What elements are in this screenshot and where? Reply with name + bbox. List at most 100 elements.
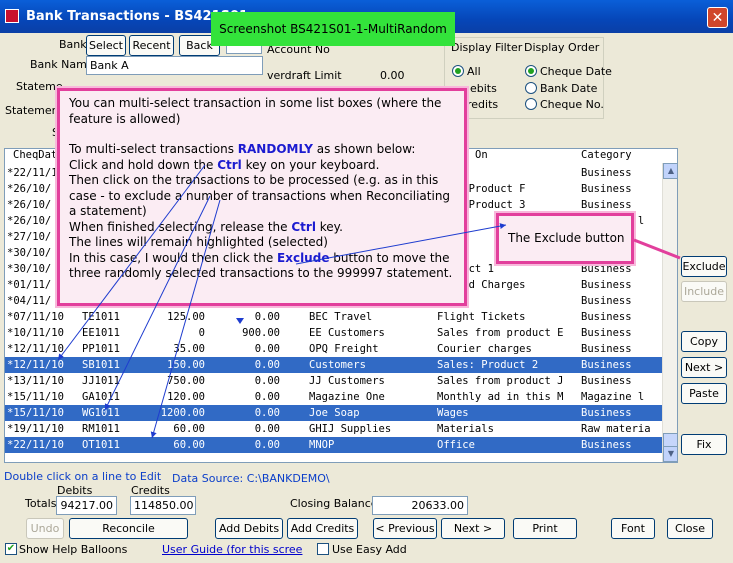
help-text-release: When finished selecting, release the Ctr… bbox=[69, 219, 343, 234]
cell-date: *10/11/10 bbox=[7, 327, 64, 339]
col-header-category: Category bbox=[581, 149, 632, 161]
totals-label: Totals bbox=[25, 497, 57, 510]
cell-date: *15/11/10 bbox=[7, 407, 64, 419]
user-guide-link[interactable]: User Guide (for this scree bbox=[162, 543, 302, 556]
cell-category: Business bbox=[581, 439, 632, 451]
bank-name-field[interactable]: Bank A bbox=[86, 56, 263, 75]
table-row[interactable]: *07/11/10 TE1011 125.00 0.00 BEC Travel Fligh… bbox=[5, 309, 662, 325]
table-row[interactable]: *12/11/10 PP1011 35.00 0.00 OPQ Freight Couri… bbox=[5, 341, 662, 357]
cell-debit: 60.00 bbox=[173, 423, 205, 435]
data-source-note: Data Source: C:\BANKDEMO\ bbox=[172, 472, 330, 485]
closing-balance-field: 20633.00 bbox=[372, 496, 468, 515]
cell-name: Customers bbox=[309, 359, 366, 371]
cell-ref: JJ1011 bbox=[82, 375, 120, 387]
cell-desc: Flight Tickets bbox=[437, 311, 526, 323]
cell-category: Business bbox=[581, 295, 632, 307]
copy-button[interactable]: Copy bbox=[681, 331, 727, 352]
next-row-button[interactable]: Next > bbox=[681, 357, 727, 378]
filter-all-radio[interactable] bbox=[452, 65, 464, 77]
cell-name: BEC Travel bbox=[309, 311, 373, 323]
scroll-up-icon[interactable]: ▲ bbox=[663, 163, 677, 179]
cell-date: *01/11/ bbox=[7, 279, 52, 291]
filter-all-label: All bbox=[467, 65, 481, 78]
cell-date: *26/10/ bbox=[7, 215, 52, 227]
cell-date: *26/10/ bbox=[7, 199, 52, 211]
exclude-callout: The Exclude button bbox=[496, 213, 634, 264]
double-click-note: Double click on a line to Edit bbox=[4, 470, 162, 483]
paste-button[interactable]: Paste bbox=[681, 383, 727, 404]
cell-desc: Sales from product J bbox=[437, 375, 564, 387]
cell-debit: 60.00 bbox=[173, 439, 205, 451]
order-bank-date-label: Bank Date bbox=[540, 82, 598, 95]
table-row[interactable]: *15/11/10 WG1011 1200.00 0.00 Joe Soap Wages B… bbox=[5, 405, 662, 421]
previous-button[interactable]: < Previous bbox=[373, 518, 437, 539]
debits-total-field: 94217.00 bbox=[56, 496, 117, 515]
cell-ref: SB1011 bbox=[82, 359, 120, 371]
order-cheque-date-radio[interactable] bbox=[525, 65, 537, 77]
statement-date-label: Statement bbox=[5, 104, 63, 117]
table-row[interactable]: *19/11/10 RM1011 60.00 0.00 GHIJ Supplies Mat… bbox=[5, 421, 662, 437]
undo-button[interactable]: Undo bbox=[26, 518, 64, 539]
close-button[interactable]: Close bbox=[667, 518, 713, 539]
help-text-click: Then click on the transactions to be pro… bbox=[69, 173, 451, 218]
exclude-button[interactable]: Exclude bbox=[681, 256, 727, 277]
display-order-title: Display Order bbox=[524, 41, 600, 54]
cell-category: Business bbox=[581, 167, 632, 179]
table-row[interactable]: *12/11/10 SB1011 150.00 0.00 Customers Sales:… bbox=[5, 357, 662, 373]
cell-desc: Sales from product E bbox=[437, 327, 564, 339]
order-cheque-no-radio[interactable] bbox=[525, 98, 537, 110]
overdraft-label: verdraft Limit bbox=[267, 69, 342, 82]
table-row[interactable]: *10/11/10 EE1011 0 900.00 EE Customers Sales … bbox=[5, 325, 662, 341]
filter-credits-label: redits bbox=[467, 98, 499, 111]
cell-category: Business bbox=[581, 327, 632, 339]
table-row[interactable]: *15/11/10 GA1011 120.00 0.00 Magazine One Mon… bbox=[5, 389, 662, 405]
recent-button[interactable]: Recent bbox=[129, 35, 174, 56]
fix-button[interactable]: Fix bbox=[681, 434, 727, 455]
cell-name: Joe Soap bbox=[309, 407, 360, 419]
cell-debit: 1200.00 bbox=[160, 407, 205, 419]
filter-debits-label: ebits bbox=[470, 82, 497, 95]
bank-name-label: Bank Name bbox=[30, 58, 94, 71]
cell-category: Business bbox=[581, 359, 632, 371]
cell-name: EE Customers bbox=[309, 327, 385, 339]
overdraft-value: 0.00 bbox=[380, 69, 405, 82]
next-button[interactable]: Next > bbox=[441, 518, 505, 539]
cell-desc: Office bbox=[437, 439, 475, 451]
cell-desc: Courier charges bbox=[437, 343, 532, 355]
table-row[interactable]: *13/11/10 JJ1011 750.00 0.00 JJ Customers Sal… bbox=[5, 373, 662, 389]
reconcile-button[interactable]: Reconcile bbox=[69, 518, 188, 539]
cell-date: *15/11/10 bbox=[7, 391, 64, 403]
close-icon[interactable]: ✕ bbox=[707, 7, 728, 28]
easy-add-checkbox[interactable] bbox=[317, 543, 329, 555]
font-button[interactable]: Font bbox=[611, 518, 655, 539]
cell-category: Business bbox=[581, 183, 632, 195]
cell-credit: 0.00 bbox=[254, 343, 280, 355]
cell-category: Magazine l bbox=[581, 391, 645, 403]
cell-desc: Monthly ad in this M bbox=[437, 391, 564, 403]
cell-name: GHIJ Supplies bbox=[309, 423, 392, 435]
screenshot-label: Screenshot BS421S01-1-MultiRandom bbox=[211, 12, 455, 46]
help-text-highlighted: The lines will remain highlighted (selec… bbox=[69, 235, 328, 249]
print-button[interactable]: Print bbox=[513, 518, 577, 539]
cell-desc: Wages bbox=[437, 407, 469, 419]
cell-name: JJ Customers bbox=[309, 375, 385, 387]
cell-date: *30/10/ bbox=[7, 247, 52, 259]
select-button[interactable]: Select bbox=[86, 35, 126, 56]
credits-total-field: 114850.00 bbox=[130, 496, 196, 515]
table-row[interactable]: *22/11/10 OT1011 60.00 0.00 MNOP Office Busine… bbox=[5, 437, 662, 453]
cell-debit: 150.00 bbox=[167, 359, 205, 371]
cell-date: *13/11/10 bbox=[7, 375, 64, 387]
add-debits-button[interactable]: Add Debits bbox=[215, 518, 283, 539]
cell-date: *12/11/10 bbox=[7, 359, 64, 371]
list-scrollbar[interactable]: ▲ ▼ bbox=[662, 163, 677, 462]
cell-date: *22/11/10 bbox=[7, 439, 64, 451]
add-credits-button[interactable]: Add Credits bbox=[287, 518, 358, 539]
scroll-down-icon[interactable]: ▼ bbox=[663, 446, 677, 462]
order-bank-date-radio[interactable] bbox=[525, 82, 537, 94]
cell-category: Raw materia bbox=[581, 423, 651, 435]
include-button[interactable]: Include bbox=[681, 281, 727, 302]
cell-category: Business bbox=[581, 311, 632, 323]
show-help-checkbox[interactable]: ✔ bbox=[5, 543, 17, 555]
cell-date: *22/11/10 bbox=[7, 167, 64, 179]
app-icon bbox=[5, 9, 19, 23]
